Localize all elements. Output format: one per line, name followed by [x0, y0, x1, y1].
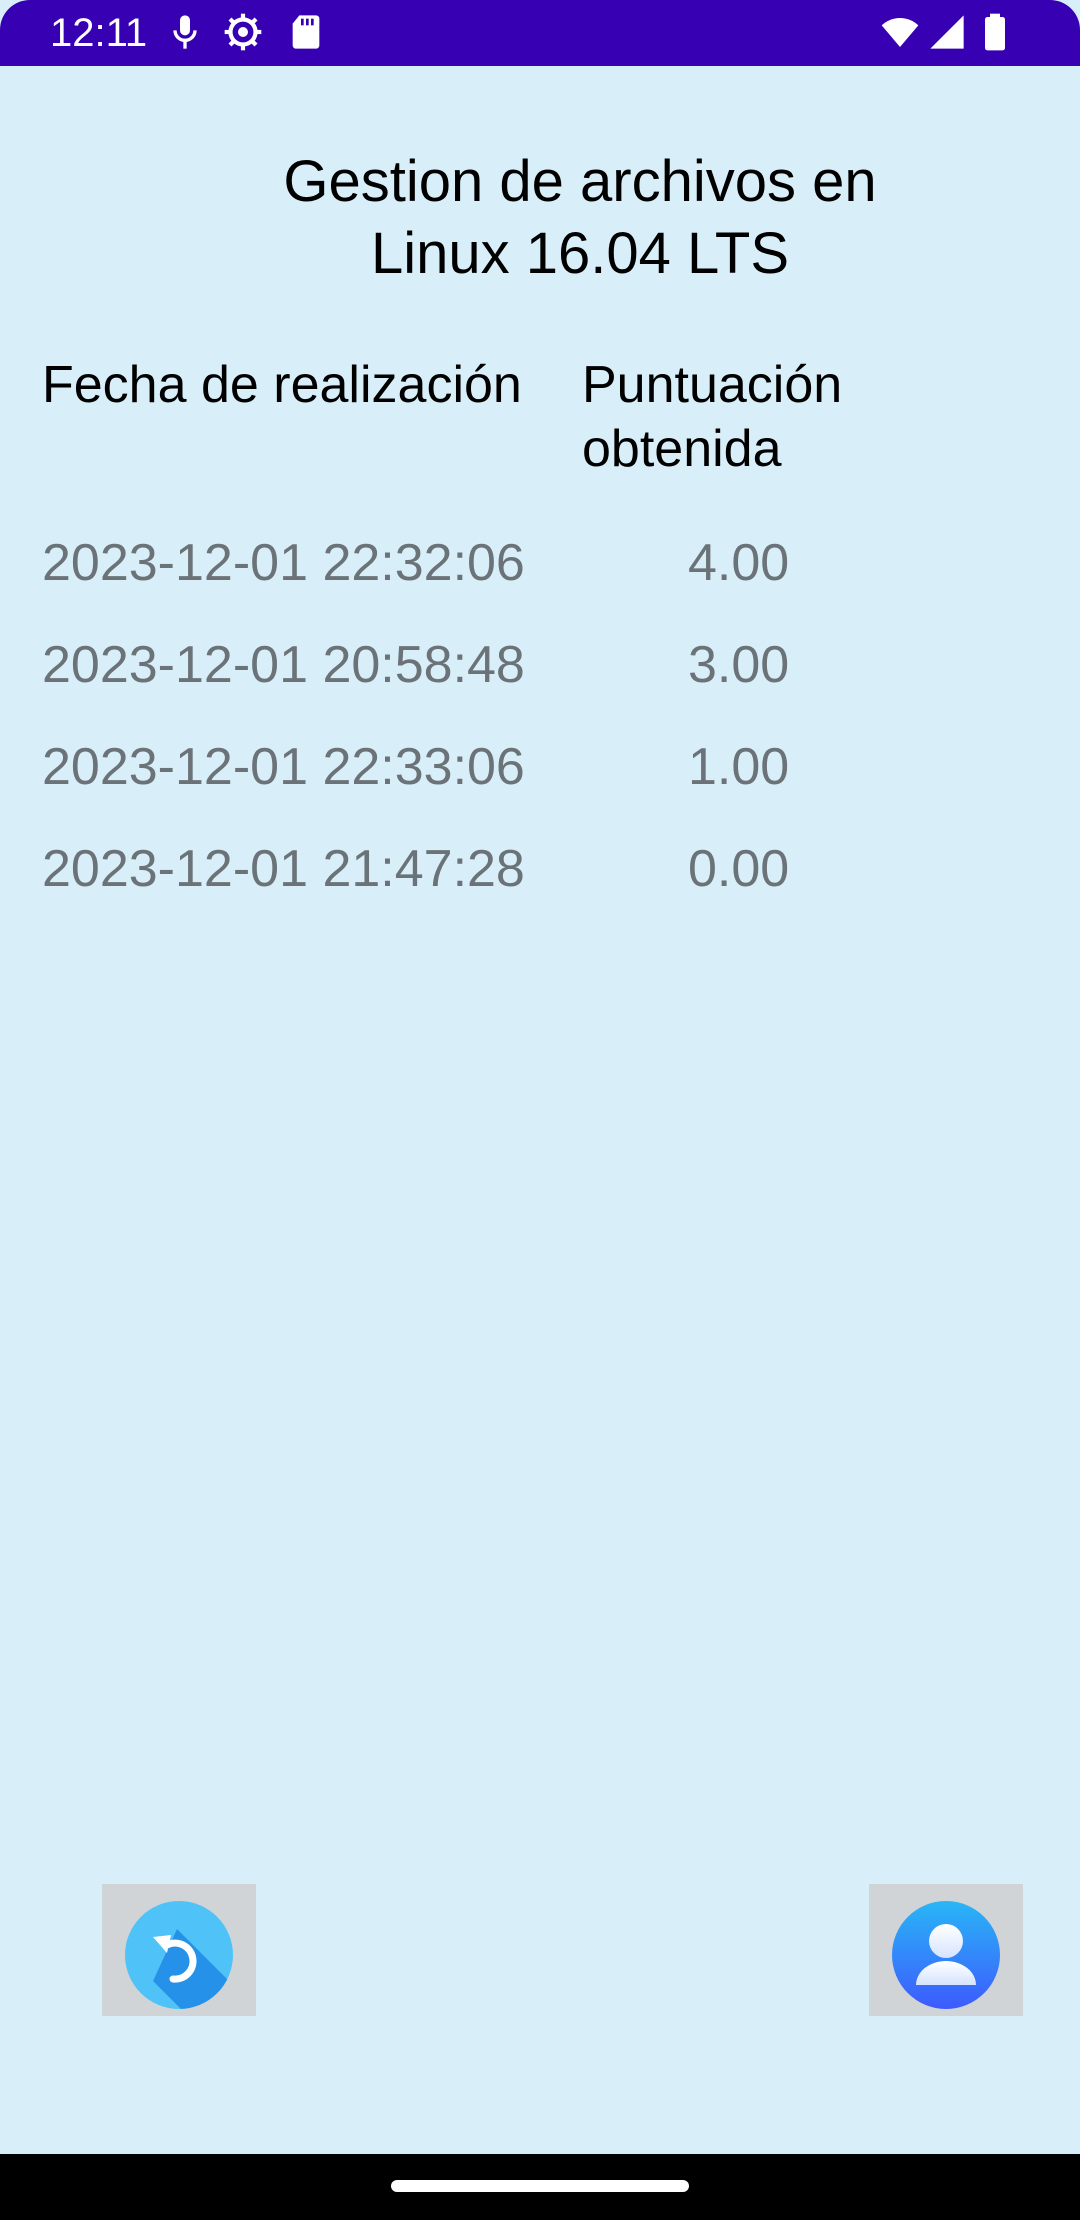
page-title: Gestion de archivos en Linux 16.04 LTS	[220, 146, 940, 290]
result-date: 2023-12-01 22:33:06	[42, 738, 525, 796]
back-button[interactable]	[102, 1884, 256, 2016]
status-time: 12:11	[50, 11, 148, 55]
cellular-signal-icon	[927, 12, 967, 52]
result-row: 2023-12-01 22:32:06 4.00	[0, 512, 1080, 614]
home-gesture-handle[interactable]	[391, 2180, 689, 2192]
wifi-icon	[880, 12, 920, 52]
back-arrow-icon	[125, 1901, 233, 2009]
battery-icon	[975, 12, 1015, 52]
result-date: 2023-12-01 21:47:28	[42, 840, 525, 898]
profile-button[interactable]	[869, 1884, 1023, 2016]
sd-card-icon	[286, 12, 326, 52]
result-row: 2023-12-01 20:58:48 3.00	[0, 614, 1080, 716]
result-score: 3.00	[688, 636, 790, 694]
system-navigation-bar	[0, 2154, 1080, 2220]
result-row: 2023-12-01 22:33:06 1.00	[0, 716, 1080, 818]
score-column-header: Puntuación obtenida	[582, 353, 982, 481]
result-row: 2023-12-01 21:47:28 0.00	[0, 818, 1080, 920]
result-score: 0.00	[688, 840, 790, 898]
microphone-icon	[165, 12, 205, 52]
result-date: 2023-12-01 22:32:06	[42, 534, 525, 592]
screen-content: Gestion de archivos en Linux 16.04 LTS F…	[0, 66, 1080, 2154]
user-profile-icon	[892, 1901, 1000, 2009]
page-title-line-1: Gestion de archivos en	[283, 149, 877, 214]
page-title-line-2: Linux 16.04 LTS	[370, 221, 790, 286]
score-header-line-2: obtenida	[582, 420, 782, 478]
result-score: 4.00	[688, 534, 790, 592]
score-header-line-1: Puntuación	[582, 356, 843, 414]
status-bar: 12:11	[0, 0, 1080, 66]
result-date: 2023-12-01 20:58:48	[42, 636, 525, 694]
result-score: 1.00	[688, 738, 790, 796]
results-list: 2023-12-01 22:32:06 4.00 2023-12-01 20:5…	[0, 512, 1080, 920]
date-column-header: Fecha de realización	[42, 356, 522, 414]
gear-icon	[223, 12, 263, 52]
